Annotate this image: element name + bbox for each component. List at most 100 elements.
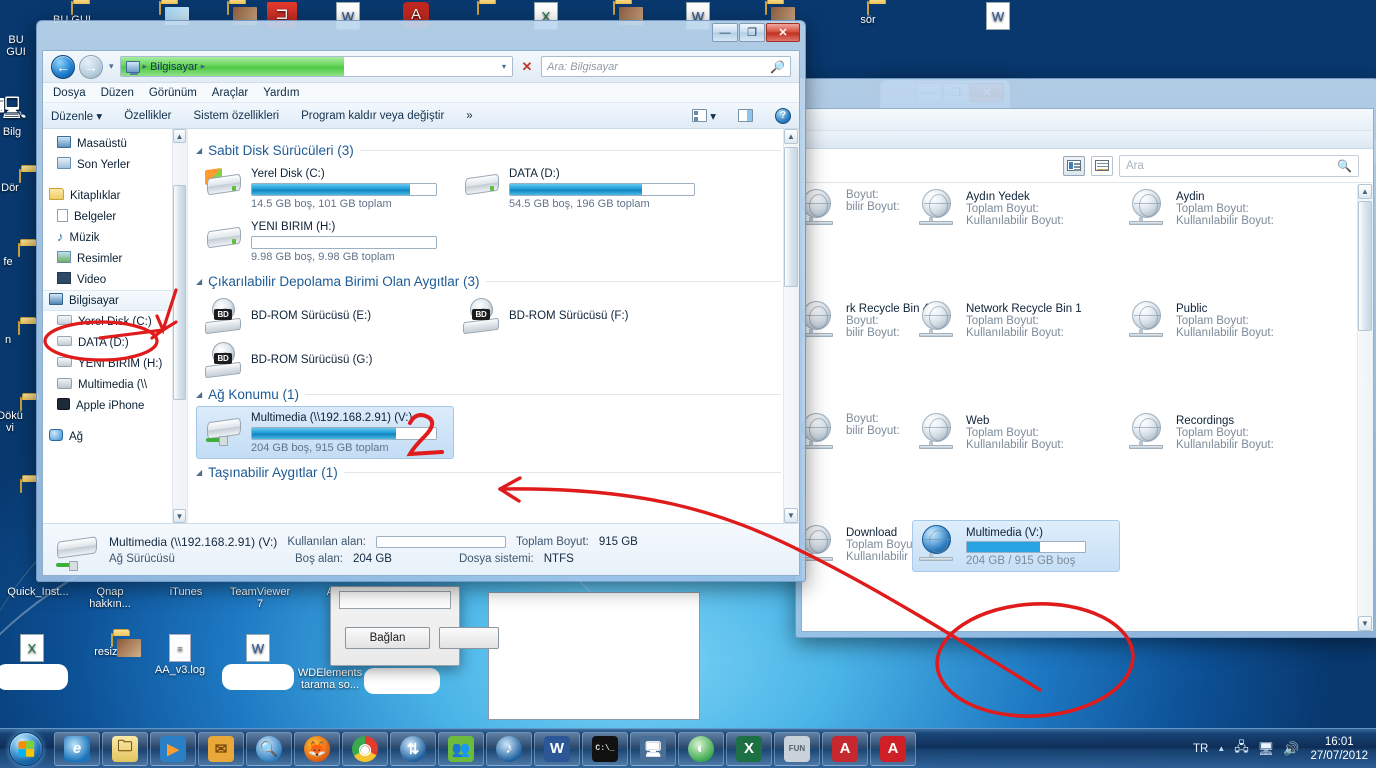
group-header[interactable]: ◢Taşınabilir Aygıtlar (1) [196,465,799,480]
taskbar-button-windows-explorer[interactable]: 🗀 [102,732,148,766]
desktop-icon[interactable]: 🖳 Bilg [0,92,40,138]
change-view-button[interactable]: ▾ [692,109,716,123]
scroll-up-icon[interactable]: ▲ [173,129,186,143]
collapse-triangle-icon[interactable]: ◢ [196,468,202,477]
sidebar-item-yeni-birim-h[interactable]: YENI BIRIM (H:) [43,353,187,374]
menu-item-0[interactable]: Dosya [53,87,86,99]
taskbar-button-excel[interactable]: X [726,732,772,766]
organize-button[interactable]: Düzenle ▾ [51,109,102,123]
uninstall-change-program-button[interactable]: Program kaldır veya değiştir [301,110,444,122]
network-icon[interactable]: 🖥 [1258,741,1275,757]
scroll-thumb[interactable] [173,185,186,400]
menu-item-4[interactable]: Yardım [263,87,299,99]
desktop-icon[interactable]: n [0,322,36,346]
network-share-tile[interactable]: PublicToplam Boyut:Kullanılabilir Boyut: [1122,296,1330,344]
collapse-triangle-icon[interactable]: ◢ [196,277,202,286]
language-indicator[interactable]: TR [1193,743,1208,755]
network-share-tile[interactable]: Network Recycle Bin 1Toplam Boyut:Kullan… [912,296,1120,344]
sidebar-item-son-yerler[interactable]: Son Yerler [43,154,187,175]
dialog-secondary-button[interactable] [439,627,499,649]
system-properties-button[interactable]: Sistem özellikleri [193,110,279,122]
taskbar-button-windows-media-player[interactable]: ▶ [150,732,196,766]
desktop-icon[interactable]: TeamViewer 7 [218,586,302,610]
desktop-icon[interactable]: Döküvi [0,398,38,434]
group-header[interactable]: ◢Ağ Konumu (1) [196,387,799,402]
window-controls[interactable]: — ❐ ✕ [712,23,800,42]
properties-button[interactable]: Özellikler [124,110,171,122]
desktop-icon[interactable]: X [0,634,74,693]
taskbar-button-firefox[interactable]: 🦊 [294,732,340,766]
breadcrumb-separator-2[interactable]: ▸ [201,61,206,72]
taskbar-button-outlook[interactable]: ✉ [198,732,244,766]
maximize-button[interactable]: ❐ [739,23,765,42]
content-scrollbar[interactable]: ▲ ▼ [783,129,799,523]
network-search-input[interactable]: Ara 🔍 [1119,155,1359,177]
taskbar-button-autocad-red[interactable]: A [822,732,868,766]
drive-tile[interactable]: BDBD-ROM Sürücüsü (F:) [454,293,712,337]
sidebar-item-kitapl-klar[interactable]: Kitaplıklar [43,185,187,206]
sidebar-item-a[interactable]: Ağ [43,426,187,447]
sidebar-item-yerel-disk-c[interactable]: Yerel Disk (C:) [43,311,187,332]
taskbar-button-app-a-red[interactable]: A [870,732,916,766]
menu-bar[interactable]: DosyaDüzenGörünümAraçlarYardım [43,83,799,103]
taskbar-button-word[interactable]: W [534,732,580,766]
taskbar-button-command-prompt[interactable]: C:\_ [582,732,628,766]
address-dropdown-icon[interactable]: ▾ [502,62,506,71]
clock[interactable]: 16:01 27/07/2012 [1308,735,1368,763]
desktop-icon[interactable]: W [956,2,1040,32]
drive-tile[interactable]: YENI BIRIM (H:)9.98 GB boş, 9.98 GB topl… [196,215,454,268]
scroll-down-icon[interactable]: ▼ [784,508,798,523]
desktop-icon[interactable]: Qnap hakkın... [68,586,152,610]
taskbar-button-fun-drive[interactable]: FUN [774,732,820,766]
taskbar-button-chrome[interactable]: ◉ [342,732,388,766]
navpane-scrollbar[interactable]: ▲ ▼ [172,129,187,523]
sidebar-item-video[interactable]: Video [43,269,187,290]
drive-tile[interactable]: Yerel Disk (C:)14.5 GB boş, 101 GB topla… [196,162,454,215]
back-button[interactable]: ← [51,55,75,79]
computer-explorer-window[interactable]: — ❐ ✕ ← → ▾ ▸ Bilgisayar ▸ ▾ ✕ Ara: [36,20,806,582]
sidebar-item-multimedia[interactable]: Multimedia (\\ [43,374,187,395]
taskbar-button-nas-tool[interactable]: ◐ [678,732,724,766]
group-header[interactable]: ◢Çıkarılabilir Depolama Birimi Olan Aygı… [196,274,799,289]
help-icon[interactable]: ? [775,108,791,124]
desktop-icon[interactable] [724,2,808,14]
taskbar-button-search-tool[interactable]: 🔍 [246,732,292,766]
network-share-tile[interactable]: Aydın YedekToplam Boyut:Kullanılabilir B… [912,184,1120,232]
drive-tile[interactable]: DATA (D:)54.5 GB boş, 196 GB toplam [454,162,712,215]
minimize-button[interactable]: — [712,23,738,42]
breadcrumb-root[interactable]: Bilgisayar [150,61,198,73]
stop-button[interactable]: ✕ [517,56,537,77]
sidebar-item-bilgisayar[interactable]: Bilgisayar [43,290,187,311]
network-share-tile[interactable]: RecordingsToplam Boyut:Kullanılabilir Bo… [1122,408,1330,456]
network-explorer-window[interactable]: Ara 🔍 Boyut:bilir Boyut:Aydın YedekTopla… [795,78,1376,638]
view-details-button[interactable] [1091,156,1113,176]
taskbar-button-itunes[interactable]: ♪ [486,732,532,766]
drive-tile[interactable]: Multimedia (\\192.168.2.91) (V:)204 GB b… [196,406,454,459]
toolbar-overflow-button[interactable]: » [466,110,472,122]
scroll-down-icon[interactable]: ▼ [1358,616,1372,631]
sidebar-item-resimler[interactable]: Resimler [43,248,187,269]
menu-item-3[interactable]: Araçlar [212,87,248,99]
scroll-thumb[interactable] [1358,201,1372,331]
sidebar-item-belgeler[interactable]: Belgeler [43,206,187,227]
network-share-tile[interactable]: AydinToplam Boyut:Kullanılabilir Boyut: [1122,184,1330,232]
safely-remove-icon[interactable]: 🖧 [1234,738,1249,760]
connect-dialog[interactable]: Bağlan [330,586,460,666]
start-button[interactable] [0,730,52,768]
scroll-thumb[interactable] [784,147,798,287]
view-list-button[interactable] [1063,156,1085,176]
address-bar[interactable]: ▸ Bilgisayar ▸ ▾ [120,56,513,77]
collapse-triangle-icon[interactable]: ◢ [196,146,202,155]
sidebar-item-masa-st[interactable]: Masaüstü [43,133,187,154]
scroll-down-icon[interactable]: ▼ [173,509,186,523]
drive-tile[interactable]: BDBD-ROM Sürücüsü (G:) [196,337,454,381]
sidebar-item-m-zik[interactable]: ♪Müzik [43,227,187,248]
network-scrollbar[interactable]: ▲ ▼ [1357,184,1373,631]
taskbar-button-msn-messenger[interactable]: 👥 [438,732,484,766]
sidebar-item-apple-iphone[interactable]: Apple iPhone [43,395,187,416]
collapse-triangle-icon[interactable]: ◢ [196,390,202,399]
network-share-tile[interactable]: WebToplam Boyut:Kullanılabilir Boyut: [912,408,1120,456]
recent-pages-dropdown[interactable]: ▾ [107,61,116,72]
taskbar-button-internet-explorer[interactable]: e [54,732,100,766]
dialog-input-field[interactable] [339,591,451,609]
